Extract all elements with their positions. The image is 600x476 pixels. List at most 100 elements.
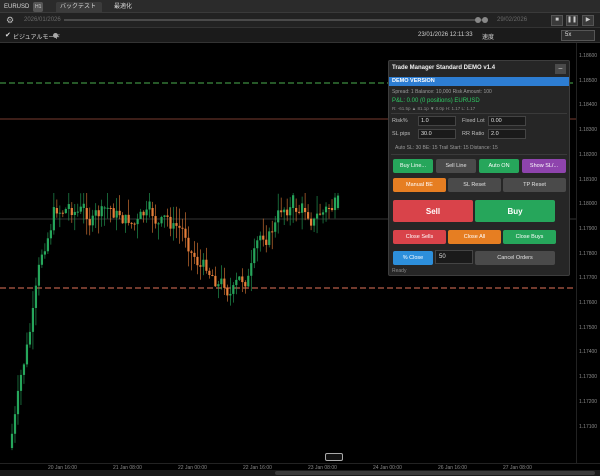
close-sells-button[interactable]: Close Sells xyxy=(393,230,446,244)
slider-handle-start[interactable] xyxy=(475,17,481,23)
price-axis: 1.18600 1.18500 1.18400 1.18300 1.18200 1.181… xyxy=(576,43,600,463)
candle-body xyxy=(211,274,214,276)
candle-body xyxy=(34,285,38,308)
rr-ratio-input[interactable]: 2.0 xyxy=(488,129,526,139)
candle-body xyxy=(220,278,223,285)
speed-select[interactable]: 5x xyxy=(561,30,595,41)
candle-body xyxy=(94,210,97,216)
candle-body xyxy=(274,222,277,232)
price-tick-label: 1.18300 xyxy=(579,127,598,134)
candle-body xyxy=(31,307,35,332)
price-tick-label: 1.18000 xyxy=(579,201,598,208)
candle-body xyxy=(76,211,79,213)
candle-body xyxy=(199,265,202,267)
range-info: R: -61.5p ▲ 81.1p ▼ 0.0p H: 1.17 L: 1.17 xyxy=(392,106,476,111)
candle-body xyxy=(178,225,181,228)
candle-body xyxy=(40,254,44,265)
candle-body xyxy=(58,212,61,214)
candle-body xyxy=(217,284,220,287)
cancel-orders-button[interactable]: Cancel Orders xyxy=(475,251,555,265)
horizontal-scrollbar[interactable] xyxy=(0,470,600,476)
play-button[interactable]: ▶ xyxy=(582,15,594,26)
tab-optimize[interactable]: 最適化 xyxy=(110,2,140,12)
risk-input[interactable]: 1.0 xyxy=(418,116,456,126)
gear-icon[interactable]: ⚙ xyxy=(6,16,15,25)
fixed-lot-input[interactable]: 0.00 xyxy=(488,116,526,126)
candle-body xyxy=(321,212,325,215)
candle-body xyxy=(235,279,238,286)
candle-body xyxy=(55,208,58,214)
candle-body xyxy=(67,204,70,209)
candle-body xyxy=(256,240,259,249)
candle-body xyxy=(64,208,67,214)
auto-settings-info: Auto SL: 30 BE: 15 Trail Start: 15 Dista… xyxy=(395,145,498,151)
candle-body xyxy=(247,275,250,287)
sl-reset-button[interactable]: SL Reset xyxy=(448,178,501,192)
pnl-info: P&L: 0.00 (0 positions) EURUSD xyxy=(392,98,480,104)
candle-body xyxy=(82,203,85,208)
replay-slider[interactable] xyxy=(64,17,488,23)
candle-body xyxy=(298,211,301,213)
candle-body xyxy=(10,433,14,448)
sell-line-button[interactable]: Sell Line xyxy=(436,159,476,173)
candle-body xyxy=(208,270,211,275)
candle-body xyxy=(79,206,82,212)
candle-body xyxy=(25,344,29,365)
close-all-button[interactable]: Close All xyxy=(448,230,501,244)
candle-body xyxy=(73,211,76,216)
price-tick-label: 1.17700 xyxy=(579,275,598,282)
candle-body xyxy=(145,209,148,216)
candle-body xyxy=(181,227,184,229)
candle-body xyxy=(232,285,235,294)
candle-body xyxy=(262,235,265,240)
candle-body xyxy=(187,237,190,252)
tp-reset-button[interactable]: TP Reset xyxy=(503,178,566,192)
close-buys-button[interactable]: Close Buys xyxy=(503,230,556,244)
slider-handle-end[interactable] xyxy=(482,17,488,23)
manual-be-button[interactable]: Manual BE xyxy=(393,178,446,192)
partial-close-input[interactable]: 50 xyxy=(435,250,473,264)
buy-button[interactable]: Buy xyxy=(475,200,555,222)
stop-button[interactable]: ■ xyxy=(551,15,563,26)
show-sl-button[interactable]: Show SL/... xyxy=(522,159,566,173)
candle-body xyxy=(136,218,139,225)
candle-body xyxy=(312,218,316,226)
minimize-icon[interactable]: – xyxy=(555,64,566,74)
sell-button[interactable]: Sell xyxy=(393,200,473,222)
candle-body xyxy=(286,209,289,216)
panel-title: Trade Manager Standard DEMO v1.4 xyxy=(392,65,496,71)
start-date-field[interactable]: 2026/01/2026 xyxy=(24,17,61,23)
visual-mode-indicator xyxy=(53,33,58,38)
risk-label: Risk% xyxy=(392,118,408,124)
scrollbar-thumb[interactable] xyxy=(275,471,595,475)
buy-line-button[interactable]: Buy Line... xyxy=(393,159,433,173)
candle-body xyxy=(106,207,109,209)
candle-body xyxy=(139,211,142,219)
auto-on-button[interactable]: Auto ON xyxy=(479,159,519,173)
candle-body xyxy=(229,293,232,296)
candle-body xyxy=(124,214,127,224)
sl-pips-input[interactable]: 30.0 xyxy=(418,129,456,139)
candle-body xyxy=(88,219,91,226)
replay-bar: ⚙ 2026/01/2026 29/02/2026 ■ ❚❚ ▶ xyxy=(0,13,600,28)
candle-body xyxy=(52,207,55,231)
candle-body xyxy=(16,390,20,415)
pause-button[interactable]: ❚❚ xyxy=(566,15,578,26)
end-date-field[interactable]: 29/02/2026 xyxy=(497,17,527,23)
candle-body xyxy=(289,207,292,216)
checkbox-icon[interactable]: ✔ xyxy=(5,32,12,39)
candle-body xyxy=(295,208,298,212)
price-tick-label: 1.17300 xyxy=(579,374,598,381)
time-scroll-handle[interactable] xyxy=(325,453,343,461)
candle-body xyxy=(61,212,64,214)
tab-backtest[interactable]: バックテスト xyxy=(56,2,102,20)
percent-close-button[interactable]: % Close xyxy=(393,251,433,265)
candle-body xyxy=(238,276,241,280)
candle-body xyxy=(160,216,163,224)
candle-body xyxy=(148,201,151,210)
visual-toolbar: ✔ ビジュアルモード 23/01/2026 12:11:33 速度 5x xyxy=(0,28,600,43)
price-tick-label: 1.18200 xyxy=(579,151,598,158)
candle-body xyxy=(172,223,175,229)
tab-chart[interactable]: EURUSD H1 xyxy=(0,2,54,12)
candle-body xyxy=(327,208,331,209)
